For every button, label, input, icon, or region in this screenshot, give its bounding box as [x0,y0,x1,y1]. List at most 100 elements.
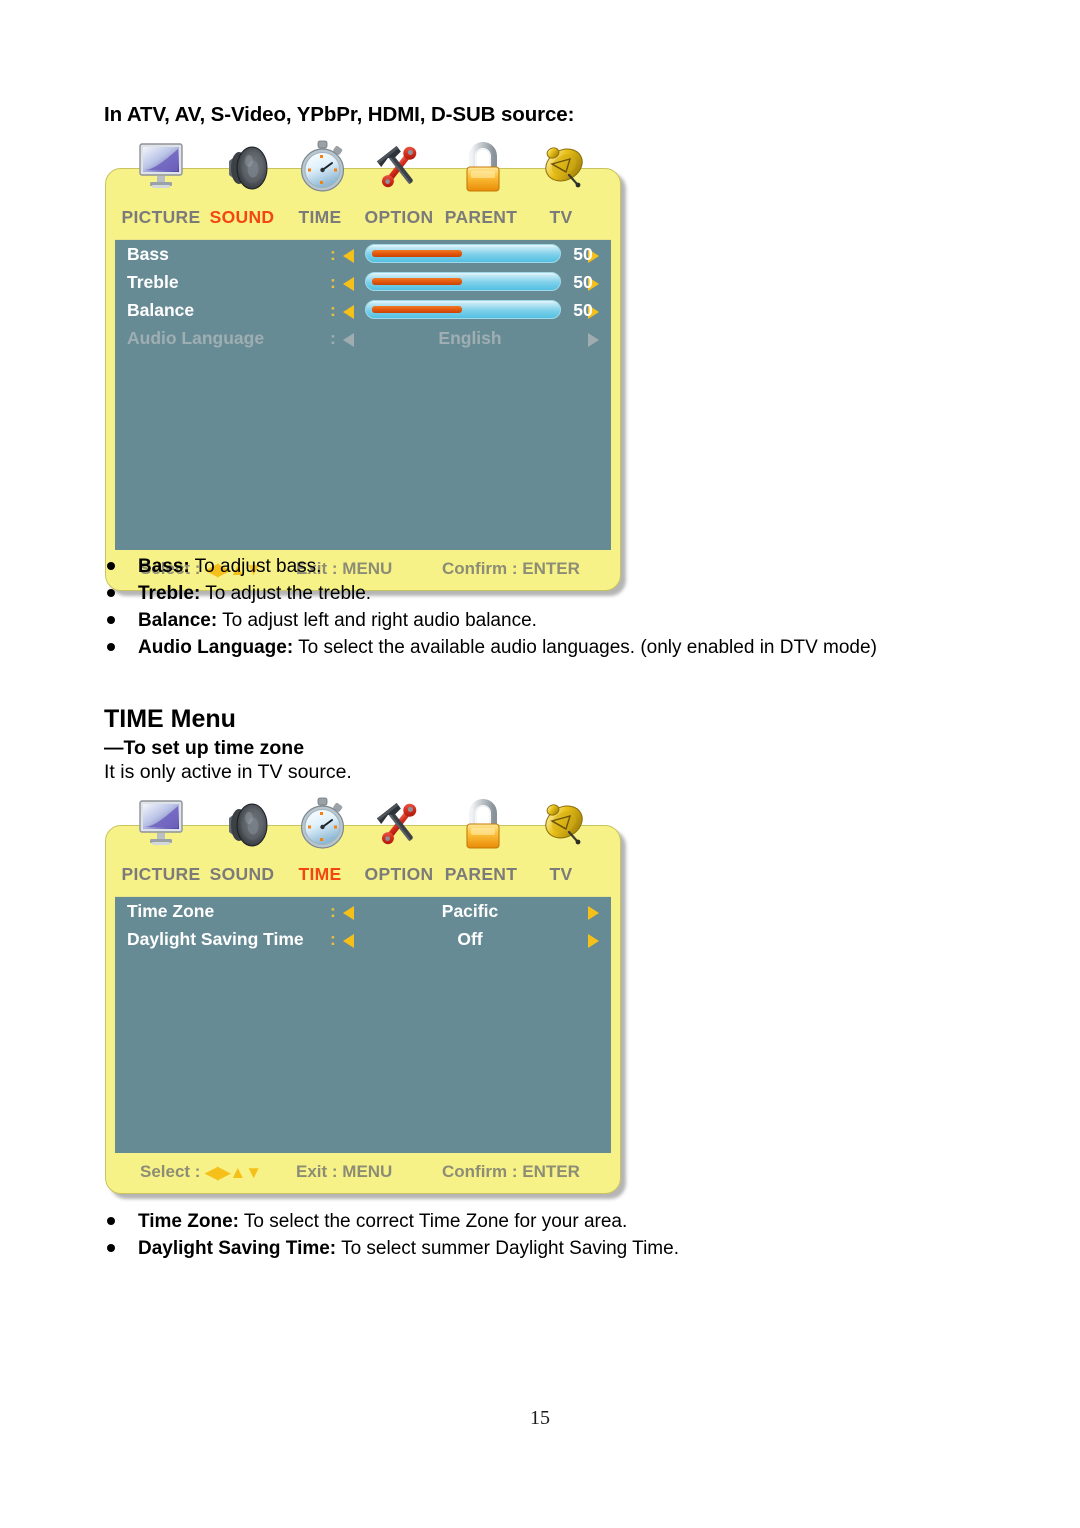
bullet-description: To adjust bass. [189,556,322,577]
decrease-arrow-icon[interactable] [343,277,354,291]
osd-slider[interactable] [365,300,561,319]
osd-row-label: Balance [127,300,195,320]
footer-confirm-time: Confirm : ENTER [442,1162,580,1181]
osd-tab-picture[interactable]: PICTURE [122,207,201,228]
osd-tab-tv[interactable]: TV [550,864,573,885]
satellite-dish-icon [536,139,590,195]
osd-slider[interactable] [365,244,561,263]
osd-row-value: Off [457,929,483,949]
section-one-heading: In ATV, AV, S-Video, YPbPr, HDMI, D-SUB … [104,103,575,126]
monitor-icon [134,139,188,195]
bullet-description: To select the correct Time Zone for your… [239,1211,628,1232]
bullet-dot-icon [107,643,115,651]
time-menu-title: TIME Menu [104,705,236,733]
increase-arrow-icon[interactable] [588,333,599,347]
osd-row[interactable]: Bass: 50 [115,240,611,268]
osd-row-colon: : [330,244,336,264]
speaker-icon [219,796,273,852]
bullet-term: Time Zone: [138,1211,239,1232]
bullet-description: To adjust left and right audio balance. [217,610,537,631]
bullet-dot-icon [107,562,115,570]
osd-tab-time[interactable]: TIME [298,207,341,228]
bullet-dot-icon [107,589,115,597]
osd-row-label: Bass [127,244,169,264]
bullet-term: Treble: [138,583,201,604]
bullet-term: Daylight Saving Time: [138,1238,337,1259]
bullet-description: To adjust the treble. [200,583,372,604]
stopwatch-icon [296,139,350,195]
increase-arrow-icon[interactable] [588,934,599,948]
satellite-dish-icon [536,796,590,852]
osd-tab-parent[interactable]: PARENT [445,207,517,228]
padlock-icon [456,796,510,852]
bullet-item: Time Zone: To select the correct Time Zo… [104,1208,679,1235]
bullet-item: Treble: To adjust the treble. [104,580,877,607]
bullet-item: Audio Language: To select the available … [104,634,877,661]
osd-row[interactable]: Balance: 50 [115,296,611,324]
bullet-description: To select the available audio languages.… [293,637,877,658]
osd-row-colon: : [330,328,336,348]
decrease-arrow-icon[interactable] [343,934,354,948]
stopwatch-icon [296,796,350,852]
osd-tab-option[interactable]: OPTION [365,207,434,228]
osd-row[interactable]: Audio Language: English [115,324,611,352]
bullet-description: To select summer Daylight Saving Time. [336,1238,679,1259]
osd-tab-row-sound: PICTURE SOUND TIME OPTION PARENT TV [106,199,620,239]
osd-tab-time[interactable]: TIME [298,864,341,885]
osd-icon-row-sound [106,139,620,201]
osd-row-colon: : [330,929,336,949]
padlock-icon [456,139,510,195]
osd-row-label: Audio Language [127,328,265,348]
bullet-item: Daylight Saving Time: To select summer D… [104,1235,679,1262]
time-menu-note: It is only active in TV source. [104,761,352,783]
hammer-wrench-icon [372,796,426,852]
osd-row-colon: : [330,300,336,320]
decrease-arrow-icon[interactable] [343,333,354,347]
osd-tab-option[interactable]: OPTION [365,864,434,885]
bullet-dot-icon [107,1244,115,1252]
bullet-item: Bass: To adjust bass. [104,553,877,580]
manual-page: In ATV, AV, S-Video, YPbPr, HDMI, D-SUB … [0,0,1080,1528]
osd-slider-fill [372,250,462,257]
osd-row-label: Time Zone [127,901,215,921]
osd-tab-picture[interactable]: PICTURE [122,864,201,885]
osd-row[interactable]: Treble: 50 [115,268,611,296]
osd-row-value: Pacific [441,901,499,921]
osd-tab-sound[interactable]: SOUND [210,207,275,228]
footer-select-time: Select : ◀▶▲▼ [140,1162,262,1182]
osd-slider-value: 50 [573,272,593,292]
osd-row[interactable]: Time Zone: Pacific [115,897,611,925]
decrease-arrow-icon[interactable] [343,906,354,920]
monitor-icon [134,796,188,852]
osd-row-label: Daylight Saving Time [127,929,304,949]
osd-slider-value: 50 [573,300,593,320]
footer-select-label: Select : [140,1162,201,1181]
bullet-dot-icon [107,616,115,624]
osd-slider-fill [372,306,462,313]
osd-window-sound: PICTURE SOUND TIME OPTION PARENT TV Bass:50 Tr… [105,140,621,591]
osd-row-value: English [438,328,502,348]
decrease-arrow-icon[interactable] [343,305,354,319]
osd-row-label: Treble [127,272,179,292]
osd-tab-parent[interactable]: PARENT [445,864,517,885]
bullet-list-sound: Bass: To adjust bass. Treble: To adjust t… [104,553,877,661]
osd-slider[interactable] [365,272,561,291]
osd-slider-value: 50 [573,244,593,264]
osd-window-time: PICTURE SOUND TIME OPTION PARENT TV Time Zone… [105,797,621,1194]
osd-tab-sound[interactable]: SOUND [210,864,275,885]
decrease-arrow-icon[interactable] [343,249,354,263]
osd-slider-fill [372,278,462,285]
osd-row-colon: : [330,901,336,921]
osd-icon-row-time [106,796,620,858]
increase-arrow-icon[interactable] [588,906,599,920]
osd-tab-row-time: PICTURE SOUND TIME OPTION PARENT TV [106,856,620,896]
footer-direction-arrows-icon: ◀▶▲▼ [205,1163,262,1182]
osd-row[interactable]: Daylight Saving Time: Off [115,925,611,953]
osd-row-colon: : [330,272,336,292]
bullet-term: Balance: [138,610,218,631]
time-menu-subtitle: —To set up time zone [104,737,305,759]
bullet-term: Bass: [138,556,190,577]
osd-tab-tv[interactable]: TV [550,207,573,228]
speaker-icon [219,139,273,195]
bullet-list-time: Time Zone: To select the correct Time Zo… [104,1208,679,1262]
